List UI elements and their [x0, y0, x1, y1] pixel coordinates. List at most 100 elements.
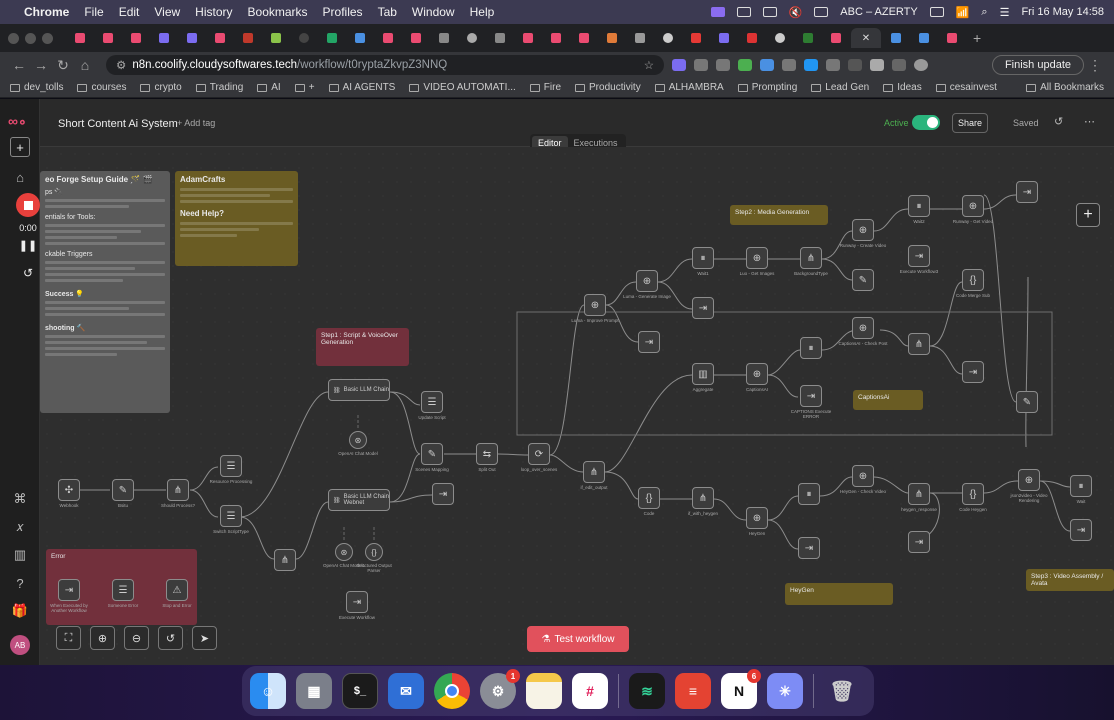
zoom-out-button[interactable]: ⊖ — [124, 626, 149, 650]
browser-tab[interactable] — [375, 28, 401, 48]
browser-tab[interactable] — [795, 28, 821, 48]
bookmark-folder[interactable]: courses — [77, 82, 126, 93]
reset-zoom-button[interactable]: ↺ — [158, 626, 183, 650]
if-node[interactable]: ⋔ — [908, 333, 930, 355]
wait-node[interactable]: ⏸ — [908, 195, 930, 217]
sticky-step1[interactable]: Step1 : Script & VoiceOver Generation — [316, 328, 409, 366]
http-node[interactable]: ⊕ — [746, 363, 768, 385]
loop-node[interactable]: ⟳ — [528, 443, 550, 465]
execute-workflow-node[interactable]: ⇥ — [908, 531, 930, 553]
set-node[interactable]: ☰ — [112, 579, 134, 601]
todoist-icon[interactable]: ≡ — [675, 673, 711, 709]
http-node[interactable]: ⊕ — [1018, 469, 1040, 491]
if-node[interactable]: ⋔ — [274, 549, 296, 571]
n8n-logo-icon[interactable]: ∞∘ — [8, 113, 27, 130]
browser-tab[interactable] — [95, 28, 121, 48]
address-bar[interactable]: ⚙ n8n.coolify.cloudysoftwares.tech /work… — [106, 55, 664, 75]
add-node-button[interactable]: + — [1076, 203, 1100, 227]
stop-error-node[interactable]: ⚠ — [166, 579, 188, 601]
tidy-up-button[interactable]: ➤ — [192, 626, 217, 650]
sticky-adamcrafts[interactable]: AdamCrafts Need Help? — [175, 171, 298, 266]
browser-tab[interactable] — [319, 28, 345, 48]
execute-workflow-node[interactable]: ⇥ — [800, 385, 822, 407]
execute-workflow-node[interactable]: ⇥ — [798, 537, 820, 559]
browser-tab[interactable] — [767, 28, 793, 48]
browser-tab[interactable] — [431, 28, 457, 48]
browser-tab[interactable] — [911, 28, 937, 48]
menu-profiles[interactable]: Profiles — [323, 5, 363, 19]
workflow-canvas[interactable]: eo Forge Setup Guide 🪄 🎬 ps 🔌 entials fo… — [40, 147, 1114, 665]
help-icon[interactable]: ? — [10, 573, 30, 593]
control-center-icon[interactable]: ☰ — [1000, 6, 1010, 19]
launchpad-icon[interactable]: ▦ — [296, 673, 332, 709]
home-icon[interactable]: ⌂ — [10, 167, 30, 187]
site-info-icon[interactable]: ⚙ — [116, 58, 126, 72]
browser-tab[interactable] — [123, 28, 149, 48]
http-node[interactable]: ⊕ — [746, 507, 768, 529]
scenes-mapping-node[interactable]: ✎ — [421, 443, 443, 465]
menu-history[interactable]: History — [195, 5, 232, 19]
update-script-node[interactable]: ☰ — [421, 391, 443, 413]
sticky-step2[interactable]: Step2 : Media Generation — [730, 205, 828, 225]
browser-tab[interactable] — [655, 28, 681, 48]
browser-tab[interactable] — [67, 28, 93, 48]
browser-tab[interactable] — [711, 28, 737, 48]
wifi-icon[interactable]: 📶 — [956, 6, 970, 19]
bookmark-folder[interactable]: + — [294, 82, 315, 93]
menu-view[interactable]: View — [154, 5, 180, 19]
screen-record-icon[interactable] — [710, 7, 725, 17]
notion-menu-icon[interactable] — [762, 7, 777, 17]
more-options-icon[interactable]: ⋯ — [1084, 115, 1095, 128]
browser-tab[interactable] — [403, 28, 429, 48]
bookmark-star-icon[interactable]: ☆ — [644, 58, 654, 72]
switch-node[interactable]: ⋔ — [800, 247, 822, 269]
all-bookmarks[interactable]: All Bookmarks — [1026, 82, 1104, 93]
share-button[interactable]: Share — [952, 113, 988, 133]
notes-icon[interactable] — [526, 673, 562, 709]
browser-tab-active[interactable]: ✕ — [851, 28, 881, 48]
extensions-puzzle-icon[interactable] — [892, 59, 906, 71]
chrome-icon[interactable] — [434, 673, 470, 709]
edit-node[interactable]: ✎ — [852, 269, 874, 291]
browser-tab[interactable] — [515, 28, 541, 48]
execute-workflow-node[interactable]: ⇥ — [346, 591, 368, 613]
clock[interactable]: Fri 16 May 14:58 — [1021, 6, 1104, 18]
create-button[interactable]: + — [10, 137, 30, 157]
http-node[interactable]: ⊕ — [636, 270, 658, 292]
execute-workflow-node[interactable]: ⇥ — [692, 297, 714, 319]
finish-update-button[interactable]: Finish update — [991, 55, 1084, 75]
browser-tab[interactable] — [823, 28, 849, 48]
close-tab-icon[interactable]: ✕ — [862, 33, 870, 44]
code-node[interactable]: {} — [962, 483, 984, 505]
search-icon[interactable]: ⌕ — [981, 6, 987, 19]
http-node[interactable]: ⊕ — [852, 317, 874, 339]
if-node[interactable]: ⋔ — [167, 479, 189, 501]
system-settings-icon[interactable]: ⚙ 1 — [480, 669, 520, 709]
window-minimize-button[interactable] — [25, 32, 36, 44]
notion-icon[interactable]: N6 — [721, 669, 761, 709]
wait-node[interactable]: ⏸ — [692, 247, 714, 269]
perplexity-icon[interactable]: ✳ — [767, 673, 803, 709]
execute-workflow-node[interactable]: ⇥ — [1070, 519, 1092, 541]
bookmark-folder[interactable]: cesainvest — [935, 82, 997, 93]
window-zoom-button[interactable] — [42, 32, 53, 44]
bookmark-folder[interactable]: Fire — [529, 82, 561, 93]
browser-tab[interactable] — [599, 28, 625, 48]
finder-icon[interactable]: ☺ — [250, 673, 286, 709]
bookmark-folder[interactable]: Lead Gen — [811, 82, 869, 93]
wait-node[interactable]: ⏸ — [800, 337, 822, 359]
menu-app-chrome[interactable]: Chrome — [24, 5, 69, 19]
http-node[interactable]: ⊕ — [584, 294, 606, 316]
mute-icon[interactable]: 🔇 — [789, 6, 803, 19]
openai-chat-node[interactable]: ⊛ — [335, 543, 353, 561]
bookmark-folder[interactable]: AI — [257, 82, 281, 93]
switch-node[interactable]: ☰ — [220, 505, 242, 527]
avatar[interactable]: AB — [10, 635, 30, 655]
browser-tab[interactable] — [939, 28, 965, 48]
browser-tab[interactable] — [571, 28, 597, 48]
browser-tab[interactable] — [739, 28, 765, 48]
browser-tab[interactable] — [235, 28, 261, 48]
browser-tab[interactable] — [291, 28, 317, 48]
extension-icon[interactable] — [672, 59, 686, 71]
code-node[interactable]: {} — [638, 487, 660, 509]
